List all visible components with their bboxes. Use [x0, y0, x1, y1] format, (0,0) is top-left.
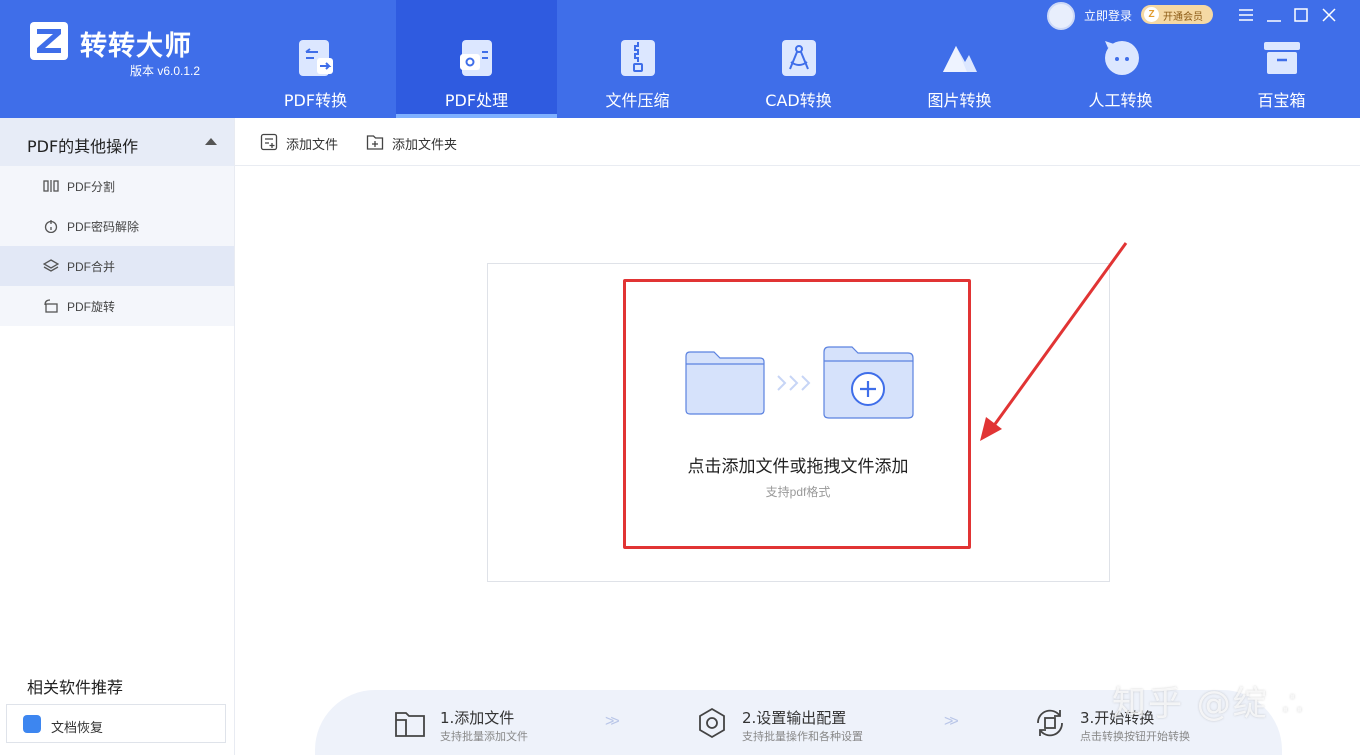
sidebar-item-pdf-unlock[interactable]: PDF密码解除 — [0, 206, 234, 246]
app-version: 版本 v6.0.1.2 — [130, 64, 201, 78]
tab-pdf-process[interactable]: PDF处理 — [396, 0, 557, 118]
tab-label: PDF处理 — [444, 91, 509, 110]
add-folder-label: 添加文件夹 — [392, 137, 458, 152]
watermark: 知乎 @绽 ∴ — [1112, 684, 1306, 724]
image-icon — [943, 46, 977, 72]
zip-icon — [621, 40, 655, 76]
sidebar-item-label: PDF旋转 — [67, 300, 116, 314]
user-avatar[interactable] — [1047, 2, 1075, 30]
folder-illustration — [685, 346, 914, 419]
tab-label: 文件压缩 — [605, 91, 670, 110]
split-icon — [43, 180, 59, 192]
doc-recovery-label: 文档恢复 — [51, 720, 104, 735]
sidebar-item-label: PDF密码解除 — [67, 220, 140, 234]
menu-icon[interactable] — [1236, 5, 1256, 25]
login-link[interactable]: 立即登录 — [1084, 7, 1132, 24]
pdf-convert-icon — [299, 40, 333, 76]
sidebar-item-label: PDF合并 — [67, 260, 116, 274]
toolbar: 添加文件 添加文件夹 — [235, 118, 1360, 166]
sidebar-item-pdf-merge[interactable]: PDF合并 — [0, 246, 234, 286]
add-file-button[interactable]: 添加文件 — [260, 131, 350, 153]
sidebar-section-header[interactable]: PDF的其他操作 — [0, 118, 234, 166]
step-desc: 点击转换按钮开始转换 — [1080, 731, 1190, 743]
add-file-label: 添加文件 — [286, 137, 339, 152]
sidebar: PDF的其他操作 PDF分割 PDF密码解除 PDF合并 PDF旋转 相关软件推… — [0, 118, 235, 755]
add-file-icon — [260, 133, 278, 151]
vip-badge-letter: Z — [1144, 7, 1159, 22]
step-separator: >> — [605, 713, 620, 730]
red-arrow-annotation — [980, 242, 1128, 441]
app-logo-icon — [30, 22, 68, 60]
app-header: 转转大师 版本 v6.0.1.2 PDF转换 PDF处理 文件压缩 CAD转换 … — [0, 0, 1360, 118]
doc-recovery-icon — [23, 715, 41, 733]
collapse-caret-icon — [205, 138, 217, 145]
tab-pdf-convert[interactable]: PDF转换 — [235, 0, 396, 118]
tab-label: 图片转换 — [927, 91, 992, 110]
settings-step-icon — [699, 707, 725, 739]
tab-label: CAD转换 — [765, 91, 832, 110]
sidebar-item-pdf-split[interactable]: PDF分割 — [0, 166, 234, 206]
close-icon[interactable] — [1319, 5, 1339, 25]
add-folder-button[interactable]: 添加文件夹 — [366, 131, 466, 153]
sidebar-item-pdf-rotate[interactable]: PDF旋转 — [0, 286, 234, 326]
unlock-icon — [44, 220, 58, 233]
tab-file-compress[interactable]: 文件压缩 — [557, 0, 718, 118]
vip-button[interactable]: Z 开通会员 — [1141, 5, 1213, 24]
folder-step-icon — [395, 712, 425, 737]
pdf-process-icon — [460, 40, 492, 76]
layers-icon — [43, 259, 59, 272]
toolbox-icon — [1264, 42, 1300, 74]
step-desc: 支持批量操作和各种设置 — [742, 731, 863, 743]
step-desc: 支持批量添加文件 — [440, 731, 528, 743]
tab-label: PDF转换 — [283, 91, 348, 110]
rotate-icon — [44, 299, 58, 313]
sidebar-item-label: PDF分割 — [67, 180, 116, 194]
step-title: 2.设置输出配置 — [742, 709, 847, 727]
convert-step-icon — [1037, 709, 1063, 737]
minimize-icon[interactable] — [1264, 5, 1284, 25]
vip-label: 开通会员 — [1163, 12, 1203, 23]
tab-label: 百宝箱 — [1257, 91, 1306, 110]
sidebar-section-title: PDF的其他操作 — [27, 137, 139, 156]
doc-recovery-button[interactable]: 文档恢复 — [6, 704, 226, 743]
tab-image-convert[interactable]: 图片转换 — [879, 0, 1040, 118]
maximize-icon[interactable] — [1291, 5, 1311, 25]
drop-zone-instruction: 点击添加文件或拖拽文件添加 — [687, 457, 909, 477]
step-separator: >> — [944, 713, 959, 730]
tab-cad-convert[interactable]: CAD转换 — [718, 0, 879, 118]
chat-icon — [1105, 41, 1139, 75]
tab-label: 人工转换 — [1088, 91, 1153, 110]
recommend-title: 相关软件推荐 — [27, 678, 124, 697]
cad-icon — [782, 40, 816, 76]
step-title: 1.添加文件 — [440, 709, 515, 727]
app-name: 转转大师 — [80, 31, 192, 62]
add-folder-icon — [366, 135, 384, 150]
drop-zone-format-hint: 支持pdf格式 — [765, 485, 831, 499]
